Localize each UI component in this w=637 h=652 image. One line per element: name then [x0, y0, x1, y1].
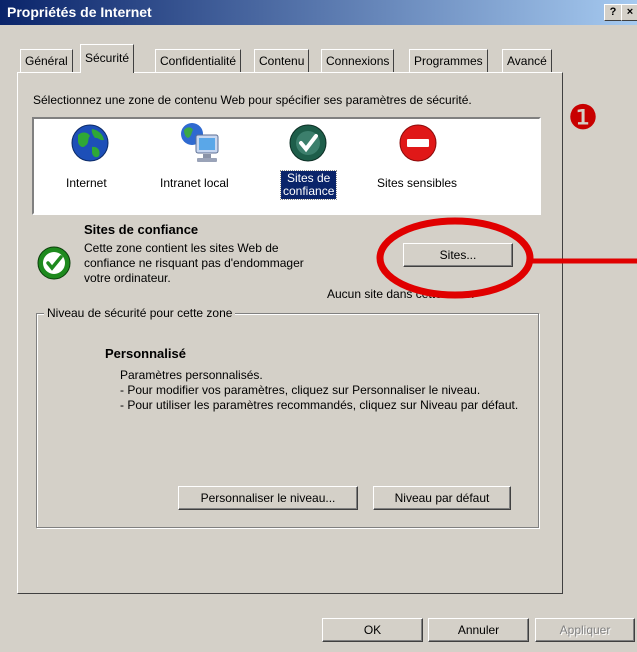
tab-confidentialite[interactable]: Confidentialité: [155, 49, 242, 72]
zone-sites-sensibles-label: Sites sensibles: [377, 176, 458, 190]
tab-connexions[interactable]: Connexions: [321, 49, 395, 72]
tab-avance[interactable]: Avancé: [502, 49, 552, 72]
security-level-name: Personnalisé: [105, 346, 186, 361]
level-line-1: Paramètres personnalisés.: [120, 368, 263, 382]
apply-button[interactable]: Appliquer: [535, 618, 635, 642]
custom-level-button[interactable]: Personnaliser le niveau...: [178, 486, 358, 510]
restricted-icon: [399, 124, 437, 162]
network-computer-icon: [181, 123, 219, 162]
tab-contenu[interactable]: Contenu: [254, 49, 310, 72]
zone-label-line1: Sites de: [287, 171, 331, 185]
tab-programmes[interactable]: Programmes: [409, 49, 488, 72]
window-title: Propriétés de Internet: [7, 4, 152, 20]
sites-status: Aucun site dans cette zone.: [327, 287, 475, 301]
level-line-3: - Pour utiliser les paramètres recommand…: [120, 398, 519, 412]
title-bar[interactable]: Propriétés de Internet ? ×: [0, 0, 637, 25]
zone-intranet-label: Intranet local: [160, 176, 229, 190]
annotation-marker: ❶: [568, 98, 598, 138]
selected-zone-title: Sites de confiance: [84, 222, 199, 237]
zone-internet-label: Internet: [66, 176, 107, 190]
zone-sites-de-confiance-label: Sites de confiance: [279, 170, 338, 200]
tab-general[interactable]: Général: [20, 49, 73, 72]
sites-button[interactable]: Sites...: [403, 243, 513, 267]
ok-button[interactable]: OK: [322, 618, 423, 642]
security-level-legend: Niveau de sécurité pour cette zone: [44, 306, 236, 320]
selected-zone-description: Cette zone contient les sites Web de con…: [84, 241, 304, 285]
tab-securite[interactable]: Sécurité: [80, 44, 135, 73]
zone-list[interactable]: Internet Intranet local Sites de confian…: [32, 117, 541, 215]
default-level-button[interactable]: Niveau par défaut: [373, 486, 511, 510]
security-level-text: Paramètres personnalisés. - Pour modifie…: [120, 368, 520, 413]
level-line-2: - Pour modifier vos paramètres, cliquez …: [120, 383, 481, 397]
sites-button-label: Sites...: [439, 248, 477, 262]
globe-icon: [71, 124, 109, 162]
help-button[interactable]: ?: [604, 4, 622, 21]
checkmark-icon: [289, 124, 327, 162]
close-button[interactable]: ×: [621, 4, 637, 21]
zone-instruction: Sélectionnez une zone de contenu Web pou…: [33, 93, 472, 107]
cancel-button[interactable]: Annuler: [428, 618, 529, 642]
trusted-zone-checkmark-icon: [37, 246, 71, 280]
zone-label-line2: confiance: [283, 184, 335, 198]
